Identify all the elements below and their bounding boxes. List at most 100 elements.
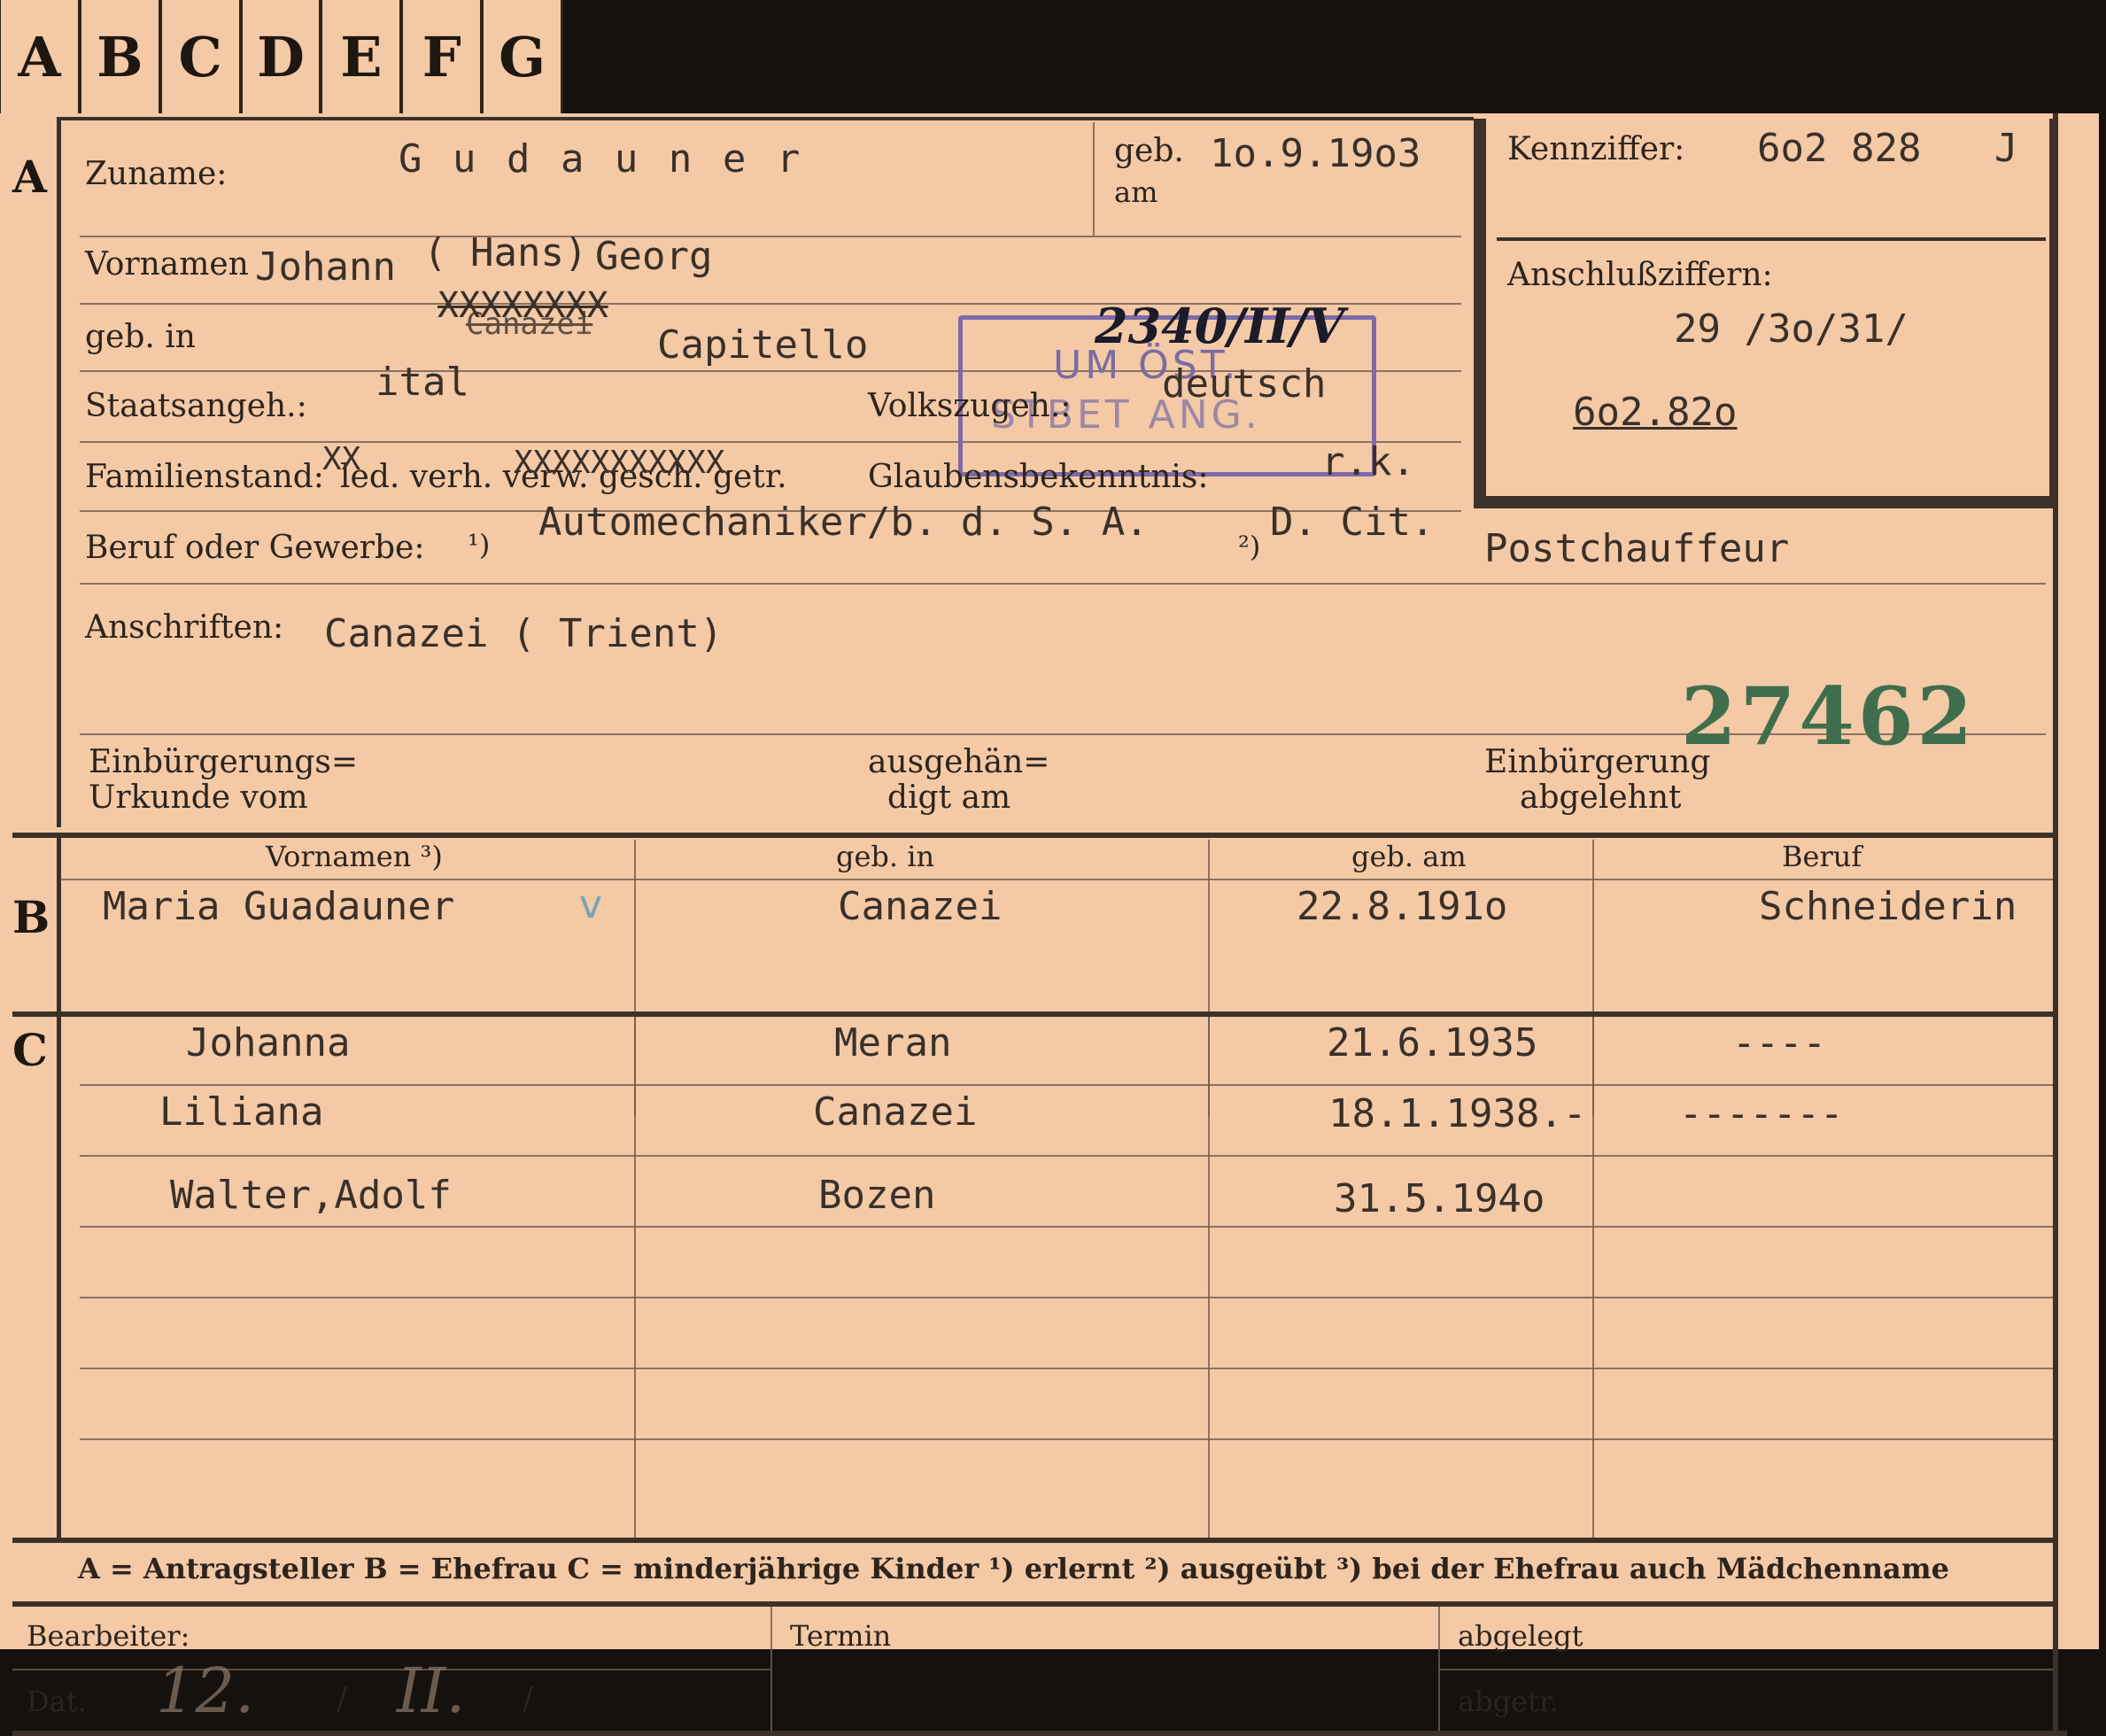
register-tab-bar: A B C D E F G xyxy=(0,0,564,113)
datum-handwritten-day: 12. xyxy=(156,1655,255,1727)
register-tab-f[interactable]: F xyxy=(402,0,484,113)
kennziffer-divider xyxy=(1497,237,2046,241)
zuname-value: G u d a u n e r xyxy=(399,136,804,182)
spouse-header-rule xyxy=(60,879,2055,880)
vornamen-label: Vornamen xyxy=(85,246,249,283)
beruf-footnote-1: ¹) xyxy=(468,528,491,562)
bearbeiter-label: Bearbeiter: xyxy=(27,1619,190,1653)
familienstand-x-1: XX xyxy=(322,441,361,477)
child-3-birthdate: 31.5.194o xyxy=(1334,1176,1545,1221)
einbuergerungsurkunde-label-2: Urkunde vom xyxy=(89,779,308,816)
register-tab-a[interactable]: A xyxy=(0,0,81,113)
geburtsort-value: Capitello xyxy=(657,322,869,368)
rule-zuname xyxy=(80,236,1461,237)
child-3-birthplace: Bozen xyxy=(818,1173,936,1218)
footer-abgelegt-rule xyxy=(1438,1669,2055,1670)
geburtsort-label: geb. in xyxy=(85,319,196,355)
familienstand-x-2: XXXXXXXXXXX xyxy=(514,445,725,481)
abgetr-label: abgetr. xyxy=(1458,1685,1559,1718)
col-divider-2 xyxy=(1208,1017,1210,1538)
stamp-handwritten-number: 2340/II/V xyxy=(1095,298,1345,354)
register-tab-e[interactable]: E xyxy=(321,0,403,113)
kennziffer-suffix: J xyxy=(1994,126,2018,171)
child-1-occupation: ---- xyxy=(1732,1020,1826,1066)
card-right-rule xyxy=(2053,113,2058,1736)
kennziffer-value: 6o2 828 xyxy=(1757,126,1922,171)
child-rule-6 xyxy=(80,1438,2055,1440)
datum-slash-2: / xyxy=(523,1681,534,1717)
child-rule-1 xyxy=(80,1084,2055,1086)
child-rule-2 xyxy=(80,1155,2055,1157)
datum-label: Dat. xyxy=(27,1685,87,1718)
zuname-label: Zuname: xyxy=(85,156,228,192)
vornamen-value: Johann xyxy=(255,244,396,290)
col-divider-1 xyxy=(634,1017,636,1538)
legend-bottom-rule xyxy=(12,1601,2055,1607)
section-a-top-rule xyxy=(57,117,1474,120)
legend-top-rule xyxy=(12,1538,2055,1543)
einbuergerungsurkunde-label-1: Einbürgerungs= xyxy=(89,744,359,780)
child-rule-4 xyxy=(80,1297,2055,1298)
child-rule-5 xyxy=(80,1368,2055,1369)
anschlussziffern-value-1: 29 /3o/31/ xyxy=(1674,306,1909,352)
glaubensbekenntnis-value: r.k. xyxy=(1321,439,1415,484)
staatsangeh-value: ital xyxy=(376,360,469,405)
geburtsdatum-value: 1o.9.19o3 xyxy=(1210,131,1421,176)
green-number-stamp: 27462 xyxy=(1681,670,1977,763)
volkszugeh-label: Volkszugeh.: xyxy=(868,388,1072,424)
child-2-occupation: ------- xyxy=(1679,1091,1844,1136)
section-a-marker: A xyxy=(12,151,47,203)
child-1-name: Johanna xyxy=(186,1020,351,1066)
child-2-birthdate: 18.1.1938.- xyxy=(1328,1091,1587,1136)
geb-label: geb. xyxy=(1114,133,1184,169)
geburtsort-struck: Canazei xyxy=(466,306,593,342)
spouse-birthplace: Canazei xyxy=(838,884,1003,929)
spouse-header-geb-in: geb. in xyxy=(836,840,935,873)
col-divider-3 xyxy=(1592,1017,1594,1538)
section-bc-left-rule xyxy=(57,838,61,1538)
anschlussziffern-label: Anschlußziffern: xyxy=(1507,257,1773,293)
section-c-marker: C xyxy=(12,1024,48,1076)
einbuergerung-abgelehnt-label-2: abgelehnt xyxy=(1520,779,1682,816)
anschriften-label: Anschriften: xyxy=(85,609,284,646)
section-b-marker: B xyxy=(12,891,50,943)
vornamen-georg: Georg xyxy=(595,234,713,279)
child-2-birthplace: Canazei xyxy=(813,1089,978,1135)
staatsangeh-label: Staatsangeh.: xyxy=(85,388,307,424)
abgelegt-label: abgelegt xyxy=(1458,1619,1583,1653)
rule-beruf xyxy=(80,583,2046,585)
footer-divider-1 xyxy=(770,1607,772,1731)
register-tab-c[interactable]: C xyxy=(160,0,242,113)
ausgehaendigt-label-1: ausgehän= xyxy=(868,744,1050,780)
spouse-header-vornamen: Vornamen ³) xyxy=(266,840,443,873)
anschlussziffern-value-2: 6o2.82o xyxy=(1573,390,1738,435)
datum-handwritten-month: II. xyxy=(397,1655,466,1727)
child-2-name: Liliana xyxy=(159,1089,324,1135)
section-c-top-rule xyxy=(12,1011,2055,1017)
register-tab-g[interactable]: G xyxy=(483,0,564,113)
ausgehaendigt-label-2: digt am xyxy=(887,779,1011,816)
child-3-name: Walter,Adolf xyxy=(170,1173,452,1218)
child-rule-3 xyxy=(80,1226,2055,1228)
beruf-value-2: D. Cit. xyxy=(1270,500,1435,545)
termin-label: Termin xyxy=(790,1619,892,1653)
beruf-ausgeuebt-value: Postchauffeur xyxy=(1484,526,1790,571)
kennziffer-label: Kennziffer: xyxy=(1507,131,1685,167)
spouse-name: Maria Guadauner xyxy=(103,884,455,929)
index-card: A Kennziffer: 6o2 828 J Anschlußziffern:… xyxy=(0,113,2099,1736)
familienstand-label: Familienstand: xyxy=(85,459,324,495)
spouse-birthdate: 22.8.191o xyxy=(1297,884,1508,929)
register-tab-d[interactable]: D xyxy=(241,0,322,113)
glaubensbekenntnis-label: Glaubensbekenntnis: xyxy=(868,459,1209,495)
footer-bearbeiter-rule xyxy=(12,1669,770,1670)
vornamen-hans: ( Hans) xyxy=(423,230,588,275)
spouse-occupation: Schneiderin xyxy=(1759,884,2017,929)
volkszugeh-value: deutsch xyxy=(1162,361,1327,407)
spouse-check-mark: v xyxy=(579,882,603,927)
section-b-top-rule xyxy=(12,833,2055,838)
anschrift-value: Canazei ( Trient) xyxy=(324,611,724,656)
datum-slash-1: / xyxy=(337,1681,348,1717)
child-1-birthplace: Meran xyxy=(834,1020,952,1066)
child-1-birthdate: 21.6.1935 xyxy=(1327,1020,1538,1066)
register-tab-b[interactable]: B xyxy=(80,0,161,113)
